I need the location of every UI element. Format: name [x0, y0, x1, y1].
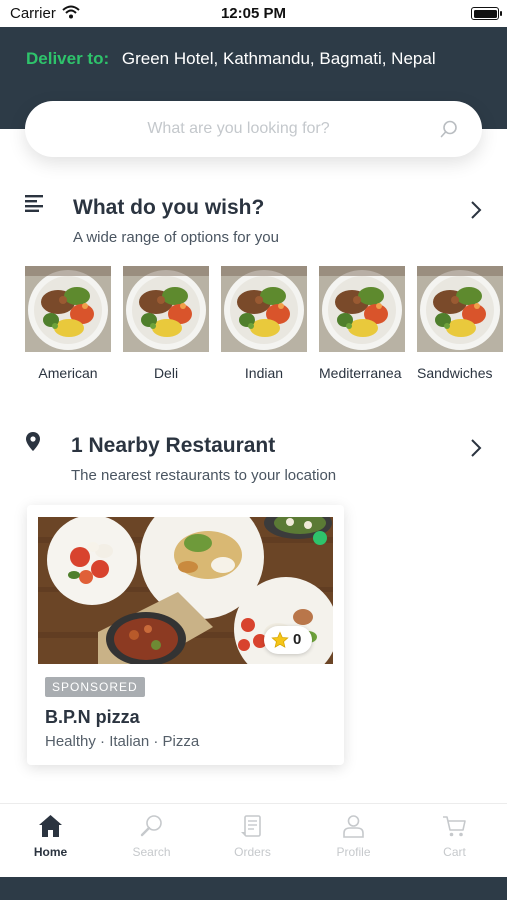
rating-pill: 0 [264, 626, 312, 654]
battery-icon [471, 7, 502, 20]
category-label: Mediterranea [319, 365, 402, 381]
tab-label: Home [33, 845, 68, 859]
bottom-tab-bar: Home Search Orders Profile Cart [0, 803, 507, 877]
nearby-section-chevron-icon[interactable] [470, 439, 482, 462]
status-time: 12:05 PM [220, 5, 287, 22]
tab-profile[interactable]: Profile [303, 804, 404, 878]
category-label: Sandwiches [417, 365, 493, 381]
search-bar[interactable] [25, 101, 482, 157]
category-label: American [38, 365, 98, 381]
bottom-dark-bar [0, 877, 507, 900]
category-item[interactable]: Sandwiches [417, 266, 503, 381]
category-item[interactable]: American [25, 266, 111, 381]
wish-section-subtitle: A wide range of options for you [73, 229, 279, 246]
tab-label: Profile [336, 845, 371, 859]
tab-orders[interactable]: Orders [202, 804, 303, 878]
category-label: Deli [153, 365, 179, 381]
tab-label: Cart [443, 845, 466, 859]
orders-icon [240, 814, 265, 843]
open-status-dot [313, 531, 327, 545]
status-bar: Carrier 12:05 PM [0, 0, 507, 27]
category-image [417, 266, 503, 352]
wish-section-chevron-icon[interactable] [470, 201, 482, 224]
tab-cart[interactable]: Cart [404, 804, 505, 878]
category-image [221, 266, 307, 352]
star-icon [271, 631, 289, 654]
menu-list-icon [25, 195, 43, 217]
location-pin-icon [26, 432, 40, 456]
tab-home[interactable]: Home [0, 804, 101, 878]
nearby-section-title: 1 Nearby Restaurant [71, 434, 276, 457]
restaurant-card[interactable]: 0 SPONSORED B.P.N pizza Healthy · Italia… [27, 505, 344, 765]
restaurant-name[interactable]: B.P.N pizza [45, 707, 140, 728]
category-image [319, 266, 405, 352]
category-item[interactable]: Indian [221, 266, 307, 381]
category-item[interactable]: Mediterranea [319, 266, 405, 381]
tab-search[interactable]: Search [101, 804, 202, 878]
sponsored-badge: SPONSORED [45, 677, 145, 697]
search-icon [139, 814, 164, 843]
profile-icon [341, 814, 366, 843]
home-icon [38, 814, 63, 843]
tab-label: Orders [234, 845, 271, 859]
category-item[interactable]: Deli [123, 266, 209, 381]
category-image [25, 266, 111, 352]
cart-icon [442, 814, 467, 843]
deliver-to-label: Deliver to: [26, 49, 110, 68]
category-image [123, 266, 209, 352]
tab-label: Search [132, 845, 171, 859]
wish-section-title: What do you wish? [73, 196, 265, 219]
deliver-to[interactable]: Deliver to: Green Hotel, Kathmandu, Bagm… [26, 49, 436, 69]
search-input[interactable] [45, 101, 432, 157]
category-carousel[interactable]: American Deli Indian Mediterranea Sandwi… [25, 266, 507, 391]
search-icon[interactable] [440, 120, 458, 143]
restaurant-tags: Healthy · Italian · Pizza [45, 733, 200, 750]
nearby-section-subtitle: The nearest restaurants to your location [71, 467, 337, 484]
category-label: Indian [244, 365, 284, 381]
rating-value: 0 [293, 631, 302, 648]
delivery-address[interactable]: Green Hotel, Kathmandu, Bagmati, Nepal [122, 49, 436, 68]
